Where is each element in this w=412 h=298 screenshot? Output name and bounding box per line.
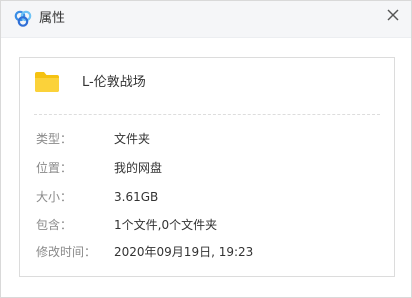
baidu-netdisk-cloud-icon bbox=[14, 10, 32, 27]
property-value: 2020年09月19日, 19:23 bbox=[114, 245, 254, 259]
property-label: 类型： bbox=[36, 132, 73, 146]
property-row-location: 位置： 我的网盘 bbox=[36, 159, 384, 177]
divider bbox=[34, 114, 380, 115]
property-label: 修改时间： bbox=[36, 245, 97, 259]
properties-dialog: 属性 L-伦敦战场 类型： 文件夹 位置： 我的网盘 大小： 3.61GB 包含… bbox=[0, 0, 412, 298]
property-label: 位置： bbox=[36, 161, 73, 175]
property-value: 1个文件,0个文件夹 bbox=[114, 218, 218, 232]
file-name: L-伦敦战场 bbox=[82, 75, 146, 90]
folder-icon bbox=[35, 72, 59, 92]
property-row-contains: 包含： 1个文件,0个文件夹 bbox=[36, 216, 384, 234]
window-title: 属性 bbox=[39, 11, 66, 26]
property-value: 我的网盘 bbox=[114, 161, 163, 175]
property-label: 大小： bbox=[36, 190, 73, 204]
property-label: 包含： bbox=[36, 218, 73, 232]
property-row-type: 类型： 文件夹 bbox=[36, 130, 384, 148]
properties-panel: L-伦敦战场 类型： 文件夹 位置： 我的网盘 大小： 3.61GB 包含： 1… bbox=[19, 57, 395, 277]
property-value: 文件夹 bbox=[114, 132, 151, 146]
property-value: 3.61GB bbox=[114, 190, 159, 204]
title-bar: 属性 bbox=[1, 1, 411, 38]
property-row-modified: 修改时间： 2020年09月19日, 19:23 bbox=[36, 243, 384, 261]
close-icon[interactable] bbox=[385, 7, 401, 23]
property-row-size: 大小： 3.61GB bbox=[36, 188, 384, 206]
